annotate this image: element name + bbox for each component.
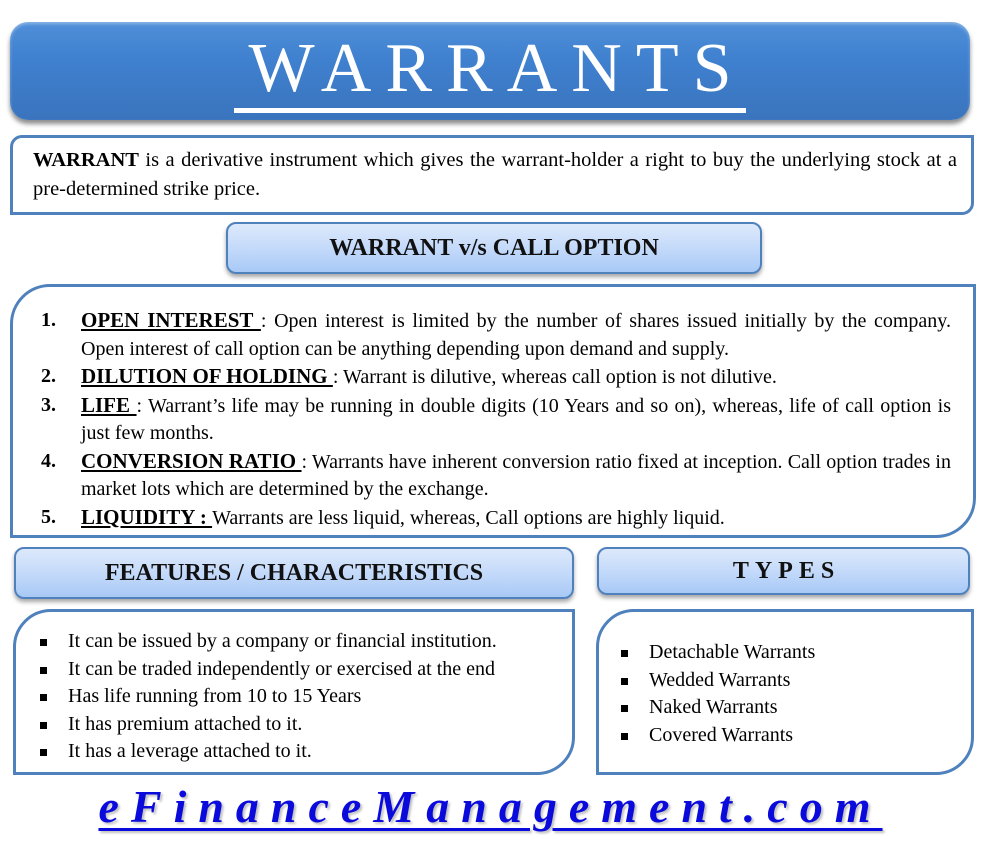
item-term: DILUTION OF HOLDING [81, 364, 333, 388]
list-item-text: Wedded Warrants [649, 668, 791, 691]
comparison-heading-text: WARRANT v/s CALL OPTION [329, 234, 659, 261]
item-number: 2. [41, 365, 56, 387]
list-item-text: It can be traded independently or exerci… [68, 657, 496, 680]
square-bullet-icon [40, 666, 47, 674]
item-separator: : [260, 310, 275, 332]
title-banner: WARRANTS [10, 22, 970, 120]
comparison-list: 1. OPEN INTEREST : Open interest is limit… [37, 307, 951, 532]
list-item: It can be issued by a company or financi… [38, 628, 497, 656]
features-heading: FEATURES / CHARACTERISTICS [14, 547, 574, 599]
item-number: 5. [41, 505, 56, 528]
site-link[interactable]: eFinanceManagement.com [98, 781, 882, 832]
comparison-item: 2. DILUTION OF HOLDING : Warrant is dilut… [37, 363, 951, 392]
list-item-text: Naked Warrants [649, 696, 778, 718]
square-bullet-icon [621, 732, 628, 740]
footer: eFinanceManagement.com [0, 780, 981, 833]
item-text: Warrant is dilutive, whereas call option… [343, 366, 777, 388]
item-number: 1. [41, 309, 56, 331]
comparison-heading: WARRANT v/s CALL OPTION [226, 222, 762, 274]
square-bullet-icon [40, 749, 47, 756]
comparison-item: 1. OPEN INTEREST : Open interest is limit… [37, 307, 951, 363]
item-text: Warrants are less liquid, whereas, Call … [212, 506, 725, 529]
list-item-text: Covered Warrants [649, 723, 794, 746]
comparison-box: 1. OPEN INTEREST : Open interest is limit… [10, 284, 976, 538]
square-bullet-icon [621, 650, 628, 657]
item-term: LIFE [81, 392, 137, 417]
item-separator: : [301, 450, 312, 473]
item-term: OPEN INTEREST [81, 308, 261, 332]
comparison-item: 4. CONVERSION RATIO : Warrants have inher… [37, 448, 951, 504]
definition-text: WARRANT is a derivative instrument which… [33, 146, 957, 204]
list-item: It has premium attached to it. [38, 711, 497, 739]
list-item-text: It has a leverage attached to it. [68, 740, 312, 762]
list-item: Detachable Warrants [619, 639, 815, 667]
list-item: It can be traded independently or exerci… [38, 656, 497, 684]
list-item: Has life running from 10 to 15 Years [38, 683, 497, 711]
list-item-text: It has premium attached to it. [68, 712, 303, 735]
features-heading-text: FEATURES / CHARACTERISTICS [104, 559, 484, 586]
types-heading-text: TYPES [732, 557, 841, 584]
item-separator: : [332, 366, 344, 388]
square-bullet-icon [40, 694, 47, 701]
types-box: Detachable Warrants Wedded Warrants Nake… [596, 609, 974, 775]
item-separator: : [136, 394, 149, 417]
definition-term: WARRANT [33, 149, 139, 171]
item-number: 3. [41, 393, 56, 416]
item-term: CONVERSION RATIO [81, 448, 302, 473]
page-title: WARRANTS [234, 33, 746, 113]
types-list: Detachable Warrants Wedded Warrants Nake… [619, 639, 815, 749]
comparison-item: 5. LIQUIDITY : Warrants are less liquid, … [37, 504, 951, 533]
square-bullet-icon [621, 677, 628, 685]
list-item: It has a leverage attached to it. [38, 738, 497, 766]
list-item: Wedded Warrants [619, 667, 815, 695]
square-bullet-icon [40, 721, 47, 729]
features-box: It can be issued by a company or financi… [13, 609, 575, 775]
definition-box: WARRANT is a derivative instrument which… [10, 135, 974, 215]
list-item: Covered Warrants [619, 722, 815, 750]
item-term: LIQUIDITY : [81, 504, 213, 529]
list-item: Naked Warrants [619, 694, 815, 722]
list-item-text: It can be issued by a company or financi… [68, 630, 497, 652]
types-heading: TYPES [597, 547, 970, 595]
features-list: It can be issued by a company or financi… [38, 628, 497, 766]
square-bullet-icon [621, 705, 628, 712]
definition-body: is a derivative instrument which gives t… [33, 149, 957, 200]
list-item-text: Has life running from 10 to 15 Years [68, 685, 362, 707]
item-text: Warrant’s life may be running in double … [81, 394, 951, 445]
item-number: 4. [41, 449, 56, 472]
list-item-text: Detachable Warrants [649, 641, 816, 663]
comparison-item: 3. LIFE : Warrant’s life may be running i… [37, 392, 951, 448]
square-bullet-icon [40, 639, 47, 646]
